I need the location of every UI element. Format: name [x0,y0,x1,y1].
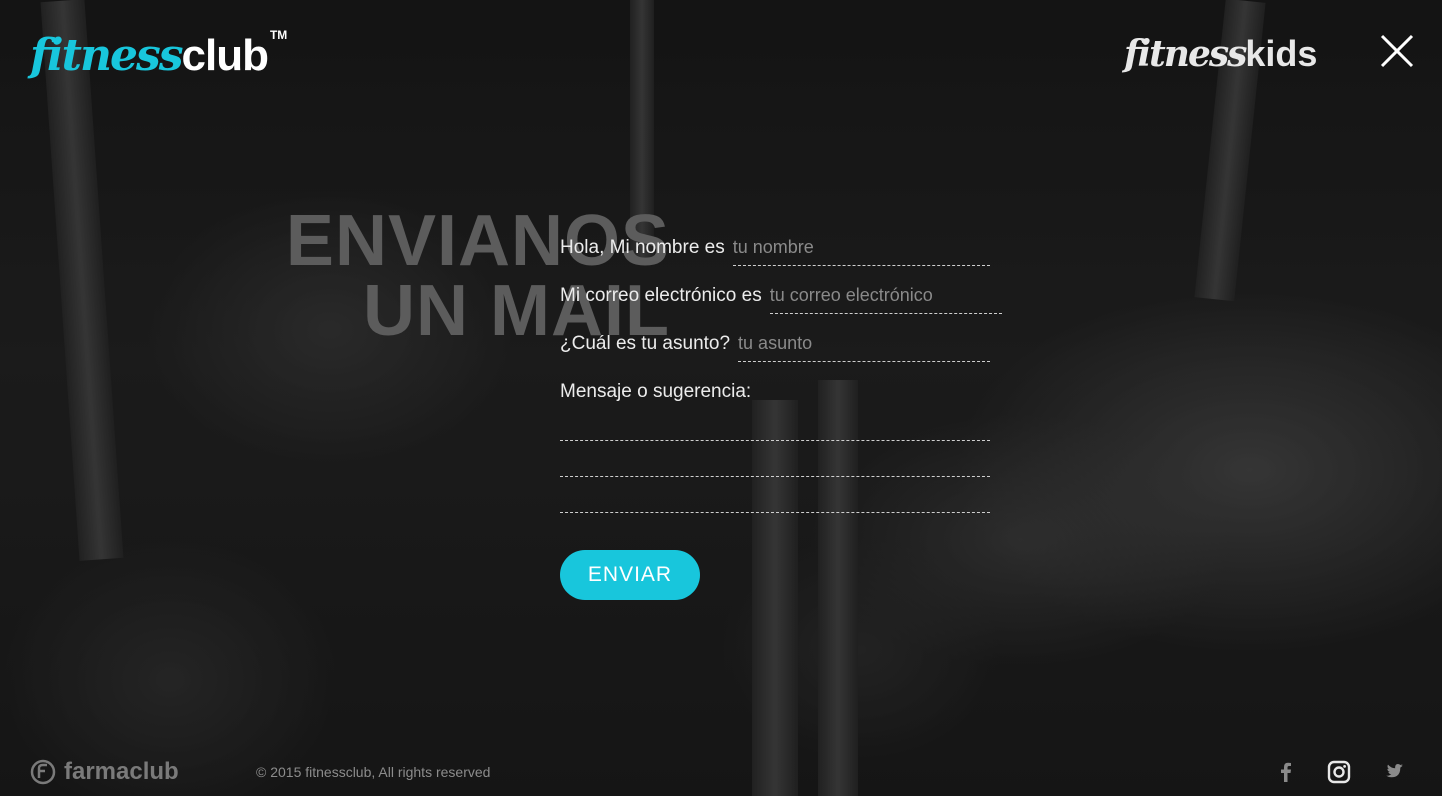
send-button[interactable]: ENVIAR [560,550,700,600]
farmaclub-icon [30,759,56,785]
copyright-text: © 2015 fitnessclub, All rights reserved [256,764,491,780]
instagram-icon[interactable] [1327,760,1351,784]
message-label: Mensaje o sugerencia: [560,381,752,402]
message-textarea[interactable] [560,414,990,513]
kids-script: fitness [1124,33,1247,75]
brand-word: club [181,31,269,80]
name-input[interactable] [732,229,990,266]
name-label: Hola, Mi nombre es [560,237,725,258]
contact-form: Hola, Mi nombre es Mi correo electrónico… [560,226,1002,513]
subject-row: ¿Cuál es tu asunto? [560,322,990,370]
name-row: Hola, Mi nombre es [560,226,990,274]
brand-script: fitness [30,30,183,81]
message-line[interactable] [560,414,990,441]
trademark: TM [269,28,288,42]
close-icon[interactable] [1378,32,1416,70]
partner-name: farmaclub [64,758,179,785]
fitnessclub-logo[interactable]: fitness club TM [30,22,287,78]
farmaclub-logo[interactable]: farmaclub [30,758,179,786]
fitnesskids-logo[interactable]: fitness kids [1124,28,1318,75]
subject-input[interactable] [738,325,990,362]
subject-label: ¿Cuál es tu asunto? [560,333,731,354]
email-input[interactable] [769,277,1002,314]
message-line[interactable] [560,441,990,477]
kids-word: kids [1245,33,1318,74]
email-label: Mi correo electrónico es [560,285,762,306]
email-row: Mi correo electrónico es [560,274,1002,322]
message-line[interactable] [560,477,990,513]
twitter-icon[interactable] [1381,760,1405,784]
facebook-icon[interactable] [1274,760,1298,784]
